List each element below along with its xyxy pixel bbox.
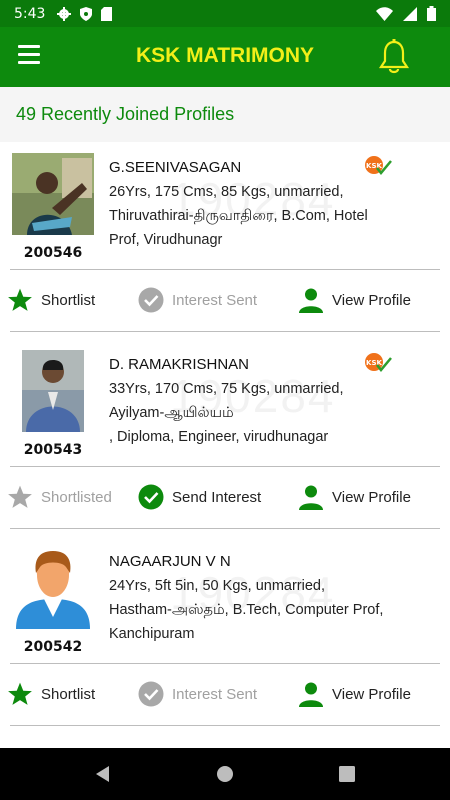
profile-info: D. RAMAKRISHNAN 33Yrs, 170 Cms, 75 Kgs, … <box>109 353 409 449</box>
view-profile-button[interactable]: View Profile <box>298 681 411 707</box>
profile-photo[interactable] <box>12 153 94 235</box>
profile-card[interactable]: 200543 190284 KSK D. RAMAKRISHNAN 33Yrs,… <box>0 339 450 536</box>
profile-details-line: Kanchipuram <box>109 626 195 642</box>
interest-label: Interest Sent <box>172 291 258 309</box>
settings-icon <box>57 6 72 21</box>
shield-icon <box>80 6 93 21</box>
check-circle-icon <box>138 681 164 707</box>
person-icon <box>298 287 324 313</box>
profile-actions: Shortlist Interest Sent View Profile <box>0 663 450 723</box>
profile-actions: Shortlist Interest Sent View Profile <box>0 269 450 329</box>
star-icon <box>7 484 33 510</box>
shortlist-button[interactable]: Shortlist <box>7 287 95 313</box>
profile-details-line: Hastham-அஸ்தம், B.Tech, Computer Prof, <box>109 602 384 618</box>
profile-photo[interactable] <box>12 547 94 629</box>
sd-card-icon <box>101 6 113 21</box>
check-circle-icon <box>138 484 164 510</box>
shortlisted-button[interactable]: Shortlisted <box>7 484 112 510</box>
interest-label: Interest Sent <box>172 685 258 703</box>
send-interest-button[interactable]: Send Interest <box>138 484 261 510</box>
profile-details-line: Prof, Virudhunagr <box>109 232 223 248</box>
view-profile-button[interactable]: View Profile <box>298 287 411 313</box>
divider <box>10 528 440 529</box>
profile-actions: Shortlisted Send Interest View Profile <box>0 466 450 526</box>
view-profile-button[interactable]: View Profile <box>298 484 411 510</box>
profile-card[interactable]: 200546 190284 KSK G.SEENIVASAGAN 26Yrs, … <box>0 142 450 339</box>
profile-card[interactable]: 200542 190284 NAGAARJUN V N 24Yrs, 5ft 5… <box>0 536 450 733</box>
profile-name: D. RAMAKRISHNAN <box>109 356 250 373</box>
profile-id: 200546 <box>23 245 83 261</box>
battery-icon <box>427 6 436 21</box>
profile-list: 200546 190284 KSK G.SEENIVASAGAN 26Yrs, … <box>0 142 450 733</box>
interest-label: Send Interest <box>172 488 262 506</box>
profile-name: NAGAARJUN V N <box>109 553 231 570</box>
notification-bell-icon[interactable] <box>378 39 410 75</box>
profile-id: 200542 <box>23 639 83 655</box>
profile-details-line: 26Yrs, 175 Cms, 85 Kgs, unmarried, <box>109 184 344 200</box>
profile-id: 200543 <box>23 442 83 458</box>
shortlist-label: Shortlist <box>41 291 96 309</box>
back-icon[interactable] <box>92 763 114 785</box>
profile-details-line: 24Yrs, 5ft 5in, 50 Kgs, unmarried, <box>109 578 325 594</box>
interest-sent-button[interactable]: Interest Sent <box>138 287 257 313</box>
profile-info: G.SEENIVASAGAN 26Yrs, 175 Cms, 85 Kgs, u… <box>109 156 409 252</box>
person-icon <box>298 681 324 707</box>
profile-details-line: , Diploma, Engineer, virudhunagar <box>109 429 329 445</box>
shortlist-button[interactable]: Shortlist <box>7 681 95 707</box>
home-icon[interactable] <box>214 763 236 785</box>
shortlist-label: Shortlist <box>41 685 96 703</box>
shortlist-label: Shortlisted <box>41 488 112 506</box>
view-profile-label: View Profile <box>332 488 411 506</box>
recents-icon[interactable] <box>336 763 358 785</box>
recent-profiles-header: 49 Recently Joined Profiles <box>0 87 450 142</box>
signal-icon <box>403 6 417 21</box>
divider <box>10 331 440 332</box>
profile-info: NAGAARJUN V N 24Yrs, 5ft 5in, 50 Kgs, un… <box>109 550 409 646</box>
interest-sent-button[interactable]: Interest Sent <box>138 681 257 707</box>
view-profile-label: View Profile <box>332 685 411 703</box>
star-icon <box>7 287 33 313</box>
profile-photo[interactable] <box>22 350 84 432</box>
check-circle-icon <box>138 287 164 313</box>
status-time: 5:43 <box>14 5 46 22</box>
profile-details-line: 33Yrs, 170 Cms, 75 Kgs, unmarried, <box>109 381 344 397</box>
profile-name: G.SEENIVASAGAN <box>109 159 242 176</box>
divider <box>10 725 440 726</box>
wifi-icon <box>376 6 393 21</box>
person-icon <box>298 484 324 510</box>
status-bar: 5:43 <box>0 0 450 27</box>
profile-details-line: Thiruvathirai-திருவாதிரை, B.Com, Hotel <box>109 208 368 224</box>
system-nav-bar <box>0 748 450 800</box>
app-bar: KSK MATRIMONY <box>0 27 450 87</box>
star-icon <box>7 681 33 707</box>
profile-details-line: Ayilyam-ஆயில்யம் <box>109 405 234 421</box>
view-profile-label: View Profile <box>332 291 411 309</box>
